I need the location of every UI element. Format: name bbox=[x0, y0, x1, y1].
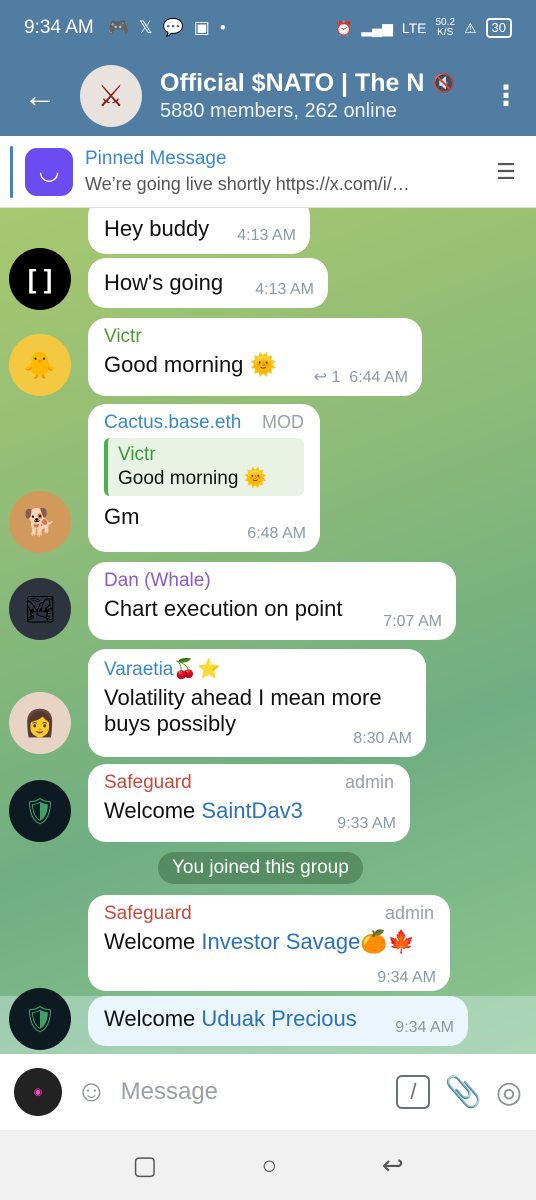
message-input[interactable]: Message bbox=[121, 1078, 383, 1106]
message-time: 4:13 AM bbox=[237, 227, 296, 244]
reply-count: 1 bbox=[331, 369, 341, 386]
pinned-title: Pinned Message bbox=[85, 148, 227, 169]
sender-name: Victr bbox=[104, 326, 142, 347]
muted-icon: 🔇 bbox=[432, 73, 455, 93]
reply-arrow-icon[interactable]: ↩ bbox=[314, 369, 327, 386]
message-bubble[interactable]: How's going 4:13 AM bbox=[88, 258, 328, 308]
x-icon: 𝕏 bbox=[138, 18, 153, 37]
message-time: 8:30 AM bbox=[353, 730, 412, 747]
avatar[interactable]: 🛡 bbox=[9, 780, 71, 842]
message-time: 9:33 AM bbox=[337, 815, 396, 832]
message-text: How's going bbox=[104, 270, 224, 295]
message-time: 9:34 AM bbox=[377, 969, 436, 986]
message-bubble[interactable]: Victr Good morning 🌞 ↩ 1 6:44 AM bbox=[88, 318, 422, 396]
quote-sender: Victr bbox=[118, 444, 156, 465]
chat-info[interactable]: Official $NATO | The N 🔇 5880 members, 2… bbox=[160, 69, 476, 123]
message-bubble[interactable]: Dan (Whale) Chart execution on point 7:0… bbox=[88, 562, 456, 640]
status-dot: • bbox=[219, 18, 226, 37]
chat-header: ← ⚔ Official $NATO | The N 🔇 5880 member… bbox=[0, 56, 536, 136]
sender-name: Varaetia🍒⭐ bbox=[104, 659, 221, 680]
message-bubble[interactable]: Hey buddy 4:13 AM bbox=[88, 208, 310, 254]
screenshot-icon: ▣ bbox=[193, 18, 210, 37]
message-text: Gm bbox=[104, 504, 140, 529]
signal-icon: ▂▄▆ bbox=[361, 19, 393, 36]
chat-title: Official $NATO | The N bbox=[160, 69, 425, 97]
message-text: Good morning 🌞 bbox=[104, 352, 277, 377]
camera-icon[interactable]: ◎ bbox=[496, 1075, 522, 1110]
system-message: You joined this group bbox=[158, 852, 363, 884]
message-text: Welcome bbox=[104, 929, 202, 954]
battery-level: 30 bbox=[485, 18, 512, 38]
message-list[interactable]: Hey buddy 4:13 AM [ ] How's going 4:13 A… bbox=[0, 208, 536, 1054]
sender-name: Cactus.base.eth bbox=[104, 412, 242, 433]
bot-commands-icon[interactable]: / bbox=[396, 1075, 431, 1109]
group-avatar[interactable]: ⚔ bbox=[80, 65, 142, 127]
pinned-list-icon[interactable]: ☰ bbox=[476, 159, 536, 185]
quoted-reply[interactable]: Victr Good morning 🌞 bbox=[104, 438, 304, 496]
sender-name: Safeguard bbox=[104, 903, 192, 924]
sender-name: Dan (Whale) bbox=[104, 570, 211, 591]
role-badge: admin bbox=[344, 772, 394, 792]
system-nav-bar: ▢ ○ ↩ bbox=[0, 1130, 536, 1200]
message-text: Welcome bbox=[104, 798, 202, 823]
role-badge: admin bbox=[384, 903, 434, 923]
avatar[interactable]: 🐕 bbox=[9, 491, 71, 553]
message-bubble[interactable]: Safeguard admin Welcome Investor Savage🍊… bbox=[88, 895, 450, 991]
back-nav-icon[interactable]: ↩ bbox=[382, 1150, 404, 1181]
nfc-icon: ⚠ bbox=[463, 19, 477, 36]
send-as-avatar[interactable]: ◉ bbox=[14, 1068, 62, 1116]
back-arrow-icon[interactable]: ← bbox=[0, 77, 80, 116]
pinned-message-bar[interactable]: ◡ Pinned Message We’re going live shortl… bbox=[0, 136, 536, 208]
pinned-text: We’re going live shortly https://x.com/i… bbox=[85, 174, 410, 194]
message-time: 9:34 AM bbox=[395, 1019, 454, 1036]
chat-bubble-icon: 💬 bbox=[162, 18, 184, 37]
status-time: 9:34 AM bbox=[24, 17, 94, 38]
message-text: Hey buddy bbox=[104, 216, 210, 241]
user-mention-link[interactable]: SaintDav3 bbox=[201, 798, 303, 823]
user-mention-link[interactable]: Uduak Precious bbox=[201, 1006, 356, 1031]
pinned-indicator bbox=[10, 145, 13, 198]
avatar[interactable]: 🛡 bbox=[9, 988, 71, 1050]
message-time: 6:48 AM bbox=[247, 525, 306, 542]
message-bubble[interactable]: Welcome Uduak Precious 9:34 AM bbox=[88, 996, 468, 1046]
lte-label: LTE bbox=[401, 20, 427, 36]
sender-name: Safeguard bbox=[104, 772, 192, 793]
alarm-icon: ⏰ bbox=[334, 19, 353, 36]
message-text: Welcome bbox=[104, 1006, 202, 1031]
message-time: 7:07 AM bbox=[383, 613, 442, 630]
message-bubble[interactable]: Safeguard admin Welcome SaintDav3 9:33 A… bbox=[88, 764, 410, 842]
home-icon[interactable]: ○ bbox=[262, 1150, 278, 1181]
avatar[interactable]: 👩 bbox=[9, 692, 71, 754]
gamepad-icon: 🎮 bbox=[107, 18, 129, 37]
role-badge: MOD bbox=[262, 412, 304, 432]
avatar[interactable]: 🐥 bbox=[9, 334, 71, 396]
user-mention-link[interactable]: Investor Savage🍊🍁 bbox=[201, 929, 415, 954]
quote-text: Good morning 🌞 bbox=[118, 468, 268, 489]
status-bar: 9:34 AM 🎮 𝕏 💬 ▣ • ⏰ ▂▄▆ LTE 50.2 K/S ⚠ 30 bbox=[0, 0, 536, 56]
more-options-icon[interactable]: ⋮ bbox=[476, 82, 536, 110]
message-bubble[interactable]: Cactus.base.eth MOD Victr Good morning 🌞… bbox=[88, 404, 320, 552]
member-count: 5880 members, 262 online bbox=[160, 100, 397, 122]
network-speed: 50.2 K/S bbox=[435, 17, 455, 38]
attach-icon[interactable]: 📎 bbox=[444, 1075, 481, 1110]
recent-apps-icon[interactable]: ▢ bbox=[132, 1150, 157, 1181]
message-input-bar: ◉ ☺ Message / 📎 ◎ bbox=[0, 1054, 536, 1130]
message-time: 6:44 AM bbox=[349, 369, 408, 386]
message-text: Chart execution on point bbox=[104, 596, 343, 621]
message-bubble[interactable]: Varaetia🍒⭐ Volatility ahead I mean more … bbox=[88, 649, 426, 757]
pinned-thumbnail: ◡ bbox=[25, 147, 73, 196]
emoji-icon[interactable]: ☺ bbox=[76, 1075, 107, 1109]
avatar[interactable]: [ ] bbox=[9, 248, 71, 310]
message-time: 4:13 AM bbox=[255, 281, 314, 298]
avatar[interactable]: 🏞 bbox=[9, 578, 71, 640]
